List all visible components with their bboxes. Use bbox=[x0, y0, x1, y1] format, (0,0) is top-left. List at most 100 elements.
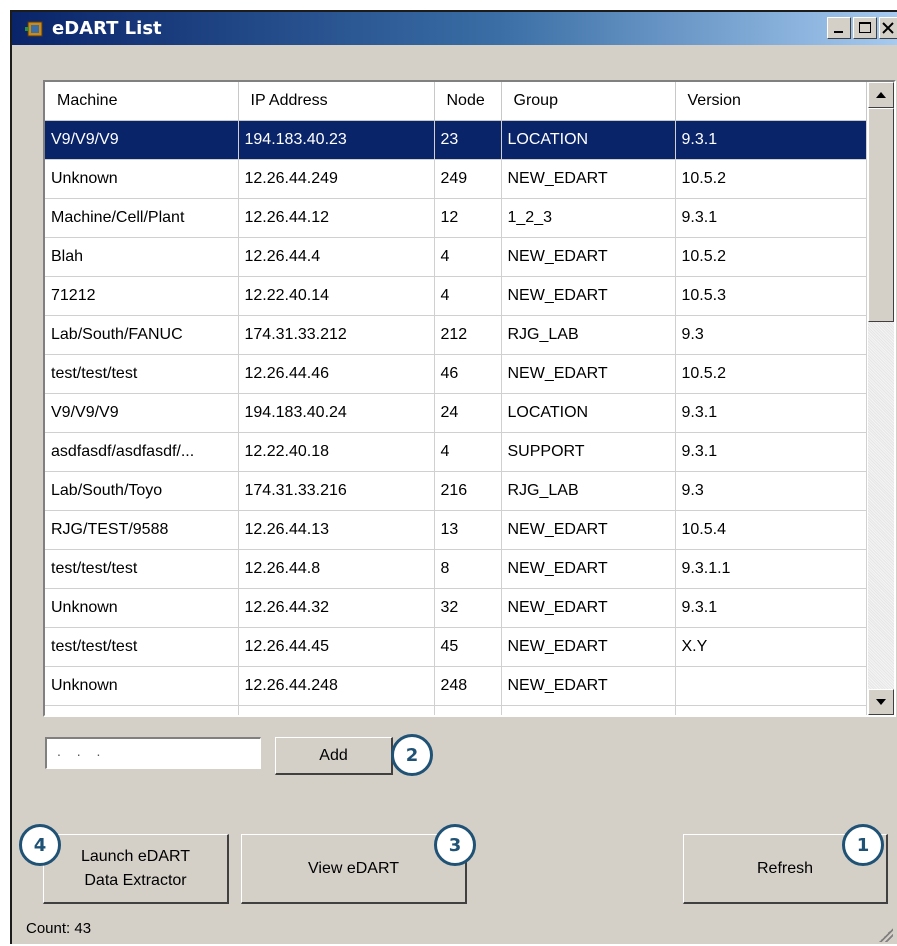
cell-group: RJG_LAB bbox=[501, 705, 676, 715]
cell-node: 13 bbox=[434, 510, 502, 550]
cell-node: 248 bbox=[434, 666, 502, 706]
table-row[interactable]: Unknown 12.26.44.248 248 NEW_EDART bbox=[45, 666, 867, 706]
cell-node: 4 bbox=[434, 432, 502, 472]
cell-group: NEW_EDART bbox=[501, 354, 676, 394]
scroll-thumb[interactable] bbox=[868, 108, 894, 322]
cell-machine: Unknown bbox=[45, 588, 239, 628]
maximize-button[interactable] bbox=[853, 17, 877, 39]
column-header-ip-address[interactable]: IP Address bbox=[238, 82, 435, 121]
cell-ip-address: 174.31.33.216 bbox=[238, 471, 435, 511]
table-row[interactable]: test/test/test 12.26.44.45 45 NEW_EDART X.Y bbox=[45, 627, 867, 667]
cell-group: NEW_EDART bbox=[501, 588, 676, 628]
edart-listview[interactable]: Machine IP Address Node Group Version V9… bbox=[43, 80, 896, 717]
minimize-icon bbox=[834, 31, 843, 33]
table-row[interactable]: V9/V9/V9 194.183.40.24 24 LOCATION 9.3.1 bbox=[45, 393, 867, 433]
cell-node: 8 bbox=[434, 549, 502, 589]
table-row[interactable]: RJG/TEST/9588 12.26.44.13 13 NEW_EDART 10.5.… bbox=[45, 510, 867, 550]
minimize-button[interactable] bbox=[827, 17, 851, 39]
cell-group: NEW_EDART bbox=[501, 627, 676, 667]
cell-node: 12 bbox=[434, 198, 502, 238]
vertical-scrollbar[interactable] bbox=[868, 82, 894, 715]
ip-address-input[interactable]: . . . bbox=[45, 737, 261, 769]
cell-group: NEW_EDART bbox=[501, 237, 676, 277]
cell-group: LOCATION bbox=[501, 120, 676, 160]
column-header-node[interactable]: Node bbox=[434, 82, 502, 121]
table-row[interactable]: 71212 12.22.40.14 4 NEW_EDART 10.5.3 bbox=[45, 276, 867, 316]
table-row[interactable]: asdfasdf/asdfasdf/... 12.22.40.18 4 SUPPORT… bbox=[45, 432, 867, 472]
table-row[interactable]: Blah 12.26.44.4 4 NEW_EDART 10.5.2 bbox=[45, 237, 867, 277]
add-button[interactable]: Add bbox=[275, 737, 393, 775]
table-row[interactable]: Lab/South/Toyo 174.31.33.216 216 RJG_LAB 9.3 bbox=[45, 471, 867, 511]
table-header-row: Machine IP Address Node Group Version bbox=[45, 82, 867, 121]
edart-table: Machine IP Address Node Group Version V9… bbox=[45, 82, 867, 715]
cell-version: 9.3.1 bbox=[675, 120, 867, 160]
cell-version: 9.3.1 bbox=[675, 393, 867, 433]
table-row[interactable]: V9/V9/V9 194.183.40.23 23 LOCATION 9.3.1 bbox=[45, 120, 867, 160]
cell-machine: asdfasdf/asdfasdf/... bbox=[45, 432, 239, 472]
cell-group: NEW_EDART bbox=[501, 666, 676, 706]
cell-version: 9.3 bbox=[675, 705, 867, 715]
cell-version: 9.3.1 bbox=[675, 432, 867, 472]
cell-node: 215 bbox=[434, 705, 502, 715]
cell-machine: Lab/South/FANUC bbox=[45, 315, 239, 355]
table-row[interactable]: Unknown 12.26.44.249 249 NEW_EDART 10.5.2 bbox=[45, 159, 867, 199]
triangle-up-icon bbox=[876, 92, 886, 98]
cell-ip-address: 12.26.44.249 bbox=[238, 159, 435, 199]
cell-node: 249 bbox=[434, 159, 502, 199]
cell-ip-address: 12.26.44.8 bbox=[238, 549, 435, 589]
cell-ip-address: 12.26.44.12 bbox=[238, 198, 435, 238]
cell-ip-address: 174.31.33.212 bbox=[238, 315, 435, 355]
cell-node: 4 bbox=[434, 276, 502, 316]
cell-group: NEW_EDART bbox=[501, 159, 676, 199]
cell-group: 1_2_3 bbox=[501, 198, 676, 238]
cell-node: 32 bbox=[434, 588, 502, 628]
cell-node: 45 bbox=[434, 627, 502, 667]
table-row[interactable]: test/test/test 12.26.44.46 46 NEW_EDART 10.5… bbox=[45, 354, 867, 394]
column-header-group[interactable]: Group bbox=[501, 82, 676, 121]
cell-ip-address: 12.26.44.46 bbox=[238, 354, 435, 394]
cell-machine: Lab/north south/ar... bbox=[45, 705, 239, 715]
cell-group: LOCATION bbox=[501, 393, 676, 433]
cell-machine: test/test/test bbox=[45, 354, 239, 394]
cell-node: 216 bbox=[434, 471, 502, 511]
column-header-machine[interactable]: Machine bbox=[45, 82, 239, 121]
scroll-down-button[interactable] bbox=[868, 689, 894, 715]
title-bar[interactable]: eDART List bbox=[12, 12, 897, 45]
edart-list-window: eDART List Machine IP Address Node Group… bbox=[10, 10, 897, 944]
cell-node: 46 bbox=[434, 354, 502, 394]
table-row[interactable]: test/test/test 12.26.44.8 8 NEW_EDART 9.3.1.… bbox=[45, 549, 867, 589]
count-label: Count: 43 bbox=[26, 920, 92, 937]
edart-app-icon bbox=[25, 21, 43, 37]
scroll-up-button[interactable] bbox=[868, 82, 894, 108]
cell-ip-address: 194.183.40.24 bbox=[238, 393, 435, 433]
cell-ip-address: 12.26.44.13 bbox=[238, 510, 435, 550]
table-row[interactable]: Lab/north south/ar...174.31.33.215215RJG… bbox=[45, 705, 867, 715]
cell-machine: V9/V9/V9 bbox=[45, 393, 239, 433]
callout-2: 2 bbox=[391, 734, 433, 776]
cell-group: RJG_LAB bbox=[501, 315, 676, 355]
resize-grip-icon[interactable] bbox=[879, 928, 893, 942]
launch-button-label: Launch eDART Data Extractor bbox=[80, 847, 191, 889]
cell-ip-address: 12.26.44.32 bbox=[238, 588, 435, 628]
callout-1: 1 bbox=[842, 824, 884, 866]
table-row[interactable]: Unknown 12.26.44.32 32 NEW_EDART 9.3.1 bbox=[45, 588, 867, 628]
cell-ip-address: 12.22.40.14 bbox=[238, 276, 435, 316]
cell-group: NEW_EDART bbox=[501, 510, 676, 550]
column-header-version[interactable]: Version bbox=[675, 82, 867, 121]
table-row[interactable]: Machine/Cell/Plant 12.26.44.12 12 1_2_3 9.3.… bbox=[45, 198, 867, 238]
cell-machine: test/test/test bbox=[45, 627, 239, 667]
table-row[interactable]: Lab/South/FANUC 174.31.33.212 212 RJG_LAB 9.… bbox=[45, 315, 867, 355]
close-icon bbox=[882, 22, 894, 34]
cell-ip-address: 12.26.44.4 bbox=[238, 237, 435, 277]
cell-machine: Unknown bbox=[45, 159, 239, 199]
cell-machine: Lab/South/Toyo bbox=[45, 471, 239, 511]
cell-version: 9.3 bbox=[675, 315, 867, 355]
launch-edart-data-extractor-button[interactable]: Launch eDART Data Extractor bbox=[43, 834, 229, 904]
cell-ip-address: 12.22.40.18 bbox=[238, 432, 435, 472]
cell-version: 10.5.4 bbox=[675, 510, 867, 550]
cell-group: NEW_EDART bbox=[501, 549, 676, 589]
maximize-icon bbox=[859, 22, 871, 33]
cell-machine: RJG/TEST/9588 bbox=[45, 510, 239, 550]
close-button[interactable] bbox=[879, 17, 897, 39]
window-title: eDART List bbox=[52, 18, 162, 39]
